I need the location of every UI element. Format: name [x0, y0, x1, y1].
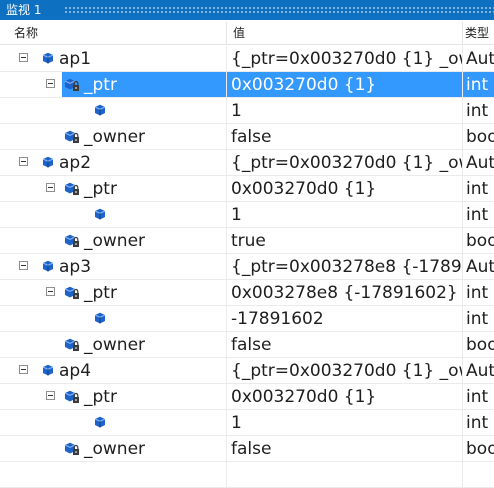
window-title: 监视 1: [6, 3, 42, 17]
row-name: _ptr: [84, 75, 117, 95]
collapse-toggle[interactable]: [19, 365, 28, 374]
watch-row-ap2-owner[interactable]: _owner true bool: [0, 228, 494, 254]
value-icon: [94, 104, 106, 116]
private-field-icon: [64, 442, 80, 456]
private-field-icon: [64, 130, 80, 144]
row-value[interactable]: 0x003270d0 {1}: [226, 72, 462, 97]
collapse-toggle[interactable]: [46, 79, 55, 88]
private-field-icon: [64, 338, 80, 352]
collapse-toggle[interactable]: [19, 261, 28, 270]
row-name: ap2: [59, 153, 92, 173]
watch-row-ap1-deref[interactable]: 1 int: [0, 98, 494, 124]
watch-row-ap4-ptr[interactable]: _ptr 0x003270d0 {1} int *: [0, 384, 494, 410]
row-name: ap3: [59, 257, 92, 277]
watch-row-ap4[interactable]: ap4 {_ptr=0x003270d0 {1} _owner=false } …: [0, 358, 494, 384]
row-value[interactable]: 0x003278e8 {-17891602}: [226, 280, 462, 305]
row-value[interactable]: false: [226, 124, 462, 149]
watch-row-ap1[interactable]: ap1 {_ptr=0x003270d0 {1} _owner=false } …: [0, 46, 494, 72]
column-header-value[interactable]: 值: [226, 22, 462, 44]
row-value[interactable]: true: [226, 228, 462, 253]
row-type: int *: [462, 176, 494, 201]
watch-row-ap3-ptr[interactable]: _ptr 0x003278e8 {-17891602} int *: [0, 280, 494, 306]
private-field-icon: [64, 78, 80, 92]
row-type: bool: [462, 228, 494, 253]
row-type: bool: [462, 332, 494, 357]
empty-value-cell: [226, 462, 462, 487]
watch-row-ap4-deref[interactable]: 1 int: [0, 410, 494, 436]
row-value[interactable]: {_ptr=0x003270d0 {1} _owner=false }: [226, 46, 462, 71]
row-type: Auto_ptr<int>: [462, 150, 494, 175]
private-field-icon: [64, 234, 80, 248]
row-value[interactable]: false: [226, 332, 462, 357]
watch-rows: ap1 {_ptr=0x003270d0 {1} _owner=false } …: [0, 46, 494, 488]
column-header-type[interactable]: 类型: [462, 22, 494, 44]
row-type: int *: [462, 72, 494, 97]
row-type: int: [462, 202, 494, 227]
column-header-name[interactable]: 名称: [0, 22, 226, 44]
row-value[interactable]: {_ptr=0x003278e8 {-17891602} _owner=fals…: [226, 254, 462, 279]
value-icon: [94, 208, 106, 220]
watch-row-ap1-owner[interactable]: _owner false bool: [0, 124, 494, 150]
row-type: int: [462, 410, 494, 435]
row-name: _owner: [84, 439, 146, 459]
value-icon: [94, 416, 106, 428]
private-field-icon: [64, 286, 80, 300]
row-name: _owner: [84, 335, 146, 355]
watch-row-ap2[interactable]: ap2 {_ptr=0x003270d0 {1} _owner=true } A…: [0, 150, 494, 176]
row-type: int *: [462, 280, 494, 305]
row-name: _owner: [84, 127, 146, 147]
row-name: _ptr: [84, 179, 117, 199]
row-value[interactable]: 0x003270d0 {1}: [226, 384, 462, 409]
variable-icon: [42, 156, 54, 168]
row-value[interactable]: 0x003270d0 {1}: [226, 176, 462, 201]
watch-row-ap4-owner[interactable]: _owner false bool: [0, 436, 494, 462]
collapse-toggle[interactable]: [46, 183, 55, 192]
row-value[interactable]: 1: [226, 98, 462, 123]
watch-row-ap3[interactable]: ap3 {_ptr=0x003278e8 {-17891602} _owner=…: [0, 254, 494, 280]
row-type: bool: [462, 436, 494, 461]
row-type: bool: [462, 124, 494, 149]
row-value[interactable]: {_ptr=0x003270d0 {1} _owner=true }: [226, 150, 462, 175]
row-value[interactable]: false: [226, 436, 462, 461]
row-name: ap4: [59, 361, 92, 381]
variable-icon: [42, 260, 54, 272]
collapse-toggle[interactable]: [19, 157, 28, 166]
private-field-icon: [64, 390, 80, 404]
row-value[interactable]: {_ptr=0x003270d0 {1} _owner=false }: [226, 358, 462, 383]
empty-type-cell: [462, 462, 494, 487]
row-type: int: [462, 98, 494, 123]
watch-window-titlebar[interactable]: 监视 1: [0, 0, 494, 20]
row-value[interactable]: 1: [226, 202, 462, 227]
variable-icon: [42, 364, 54, 376]
value-icon: [94, 312, 106, 324]
column-header: 名称 值 类型: [0, 22, 494, 45]
row-value[interactable]: 1: [226, 410, 462, 435]
drag-grip[interactable]: [64, 6, 494, 14]
add-watch-cell[interactable]: [0, 462, 226, 487]
row-name: _ptr: [84, 387, 117, 407]
row-name: _owner: [84, 231, 146, 251]
variable-icon: [42, 52, 54, 64]
row-type: int *: [462, 384, 494, 409]
row-type: int: [462, 306, 494, 331]
private-field-icon: [64, 182, 80, 196]
row-name: ap1: [59, 49, 92, 69]
watch-row-ap2-deref[interactable]: 1 int: [0, 202, 494, 228]
row-type: Auto_ptr<int>: [462, 254, 494, 279]
watch-row-ap3-deref[interactable]: -17891602 int: [0, 306, 494, 332]
row-value[interactable]: -17891602: [226, 306, 462, 331]
row-name: _ptr: [84, 283, 117, 303]
collapse-toggle[interactable]: [46, 391, 55, 400]
watch-row-empty[interactable]: [0, 462, 494, 488]
watch-row-ap3-owner[interactable]: _owner false bool: [0, 332, 494, 358]
row-type: Auto_ptr<int>: [462, 358, 494, 383]
watch-row-ap2-ptr[interactable]: _ptr 0x003270d0 {1} int *: [0, 176, 494, 202]
watch-row-ap1-ptr[interactable]: _ptr 0x003270d0 {1} int *: [0, 72, 494, 98]
collapse-toggle[interactable]: [19, 53, 28, 62]
collapse-toggle[interactable]: [46, 287, 55, 296]
row-type: Auto_ptr<int>: [462, 46, 494, 71]
